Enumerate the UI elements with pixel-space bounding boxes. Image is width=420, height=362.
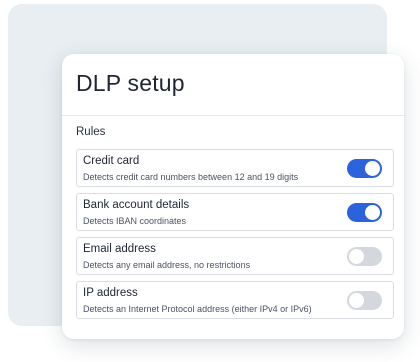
toggle-knob: [349, 249, 364, 264]
toggle-knob: [349, 293, 364, 308]
toggle-knob: [365, 205, 380, 220]
page-title: DLP setup: [76, 70, 185, 96]
credit-card-toggle[interactable]: [347, 159, 382, 178]
rule-description: Detects an Internet Protocol address (ei…: [83, 304, 312, 314]
ip-address-toggle[interactable]: [347, 291, 382, 310]
rule-email-address: Email address Detects any email address,…: [76, 237, 394, 275]
rule-bank-account-details: Bank account details Detects IBAN coordi…: [76, 193, 394, 231]
email-address-toggle[interactable]: [347, 247, 382, 266]
rules-section-label: Rules: [76, 126, 106, 138]
toggle-knob: [365, 161, 380, 176]
dlp-setup-card: DLP setup Rules Credit card Detects cred…: [62, 54, 404, 339]
rule-description: Detects any email address, no restrictio…: [83, 260, 251, 270]
rule-name: Bank account details: [83, 199, 190, 211]
rule-name: Email address: [83, 243, 156, 255]
rules-list: Credit card Detects credit card numbers …: [76, 149, 394, 325]
rule-description: Detects credit card numbers between 12 a…: [83, 172, 299, 182]
rule-name: Credit card: [83, 155, 140, 167]
bank-account-toggle[interactable]: [347, 203, 382, 222]
rule-description: Detects IBAN coordinates: [83, 216, 187, 226]
rule-credit-card: Credit card Detects credit card numbers …: [76, 149, 394, 187]
rule-ip-address: IP address Detects an Internet Protocol …: [76, 281, 394, 319]
title-divider: [62, 115, 404, 116]
rule-name: IP address: [83, 287, 138, 299]
